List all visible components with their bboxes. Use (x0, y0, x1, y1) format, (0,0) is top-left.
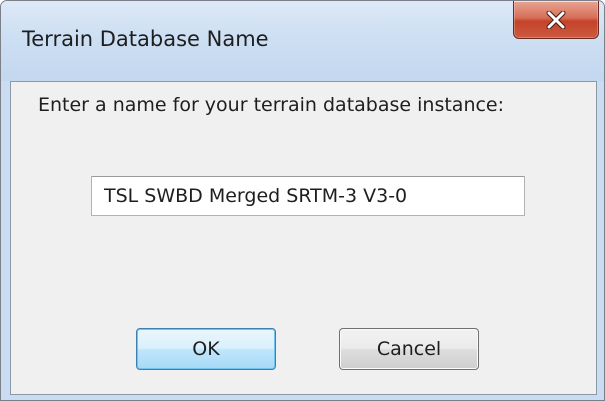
dialog-title: Terrain Database Name (22, 27, 269, 51)
title-bar[interactable]: Terrain Database Name (1, 1, 604, 81)
database-name-input[interactable] (91, 176, 525, 216)
close-button[interactable] (513, 1, 599, 39)
cancel-button[interactable]: Cancel (339, 328, 479, 370)
terrain-database-name-dialog: Terrain Database Name Enter a name for y… (0, 0, 605, 401)
dialog-content: Enter a name for your terrain database i… (10, 81, 597, 395)
prompt-label: Enter a name for your terrain database i… (38, 94, 505, 116)
ok-button[interactable]: OK (136, 328, 276, 370)
close-x-icon (546, 10, 566, 29)
